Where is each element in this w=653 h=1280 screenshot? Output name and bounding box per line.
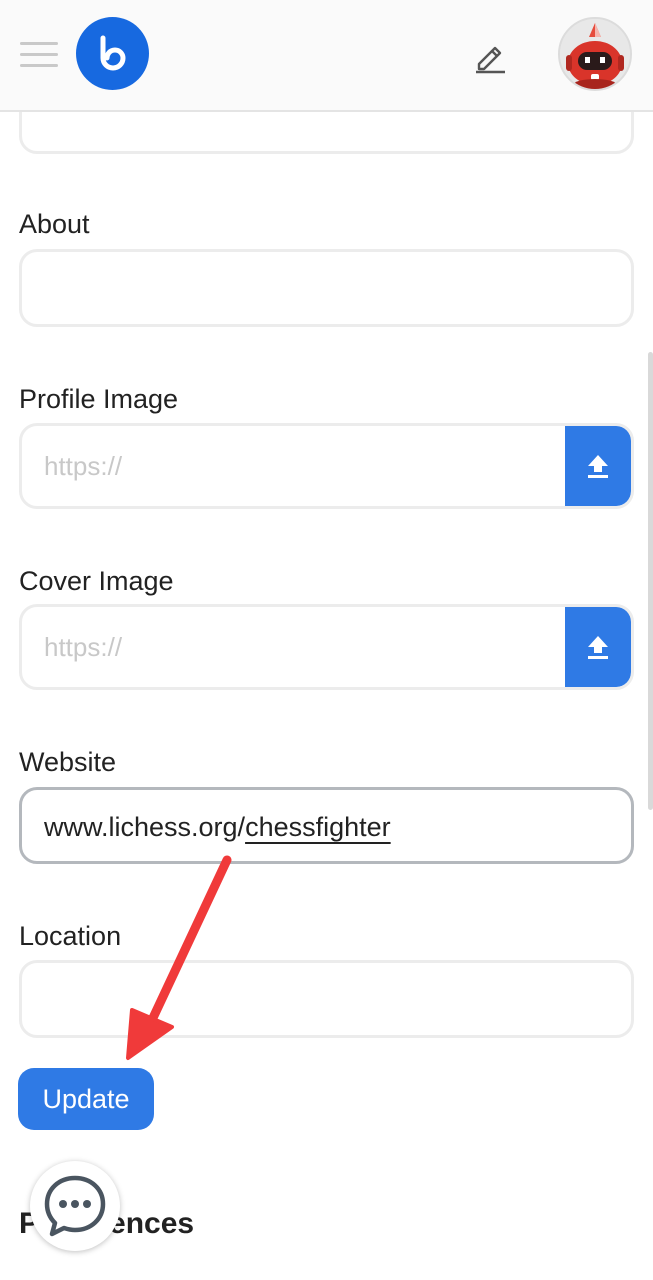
top-bar [0, 0, 653, 112]
profile-settings-page: About Profile Image https:// Cover Image… [0, 0, 653, 1280]
hamburger-icon[interactable] [20, 42, 58, 68]
pencil-icon[interactable] [470, 36, 510, 76]
brand-logo-icon[interactable] [76, 17, 149, 90]
annotation-arrow [126, 855, 232, 1060]
robot-avatar[interactable] [558, 17, 632, 91]
